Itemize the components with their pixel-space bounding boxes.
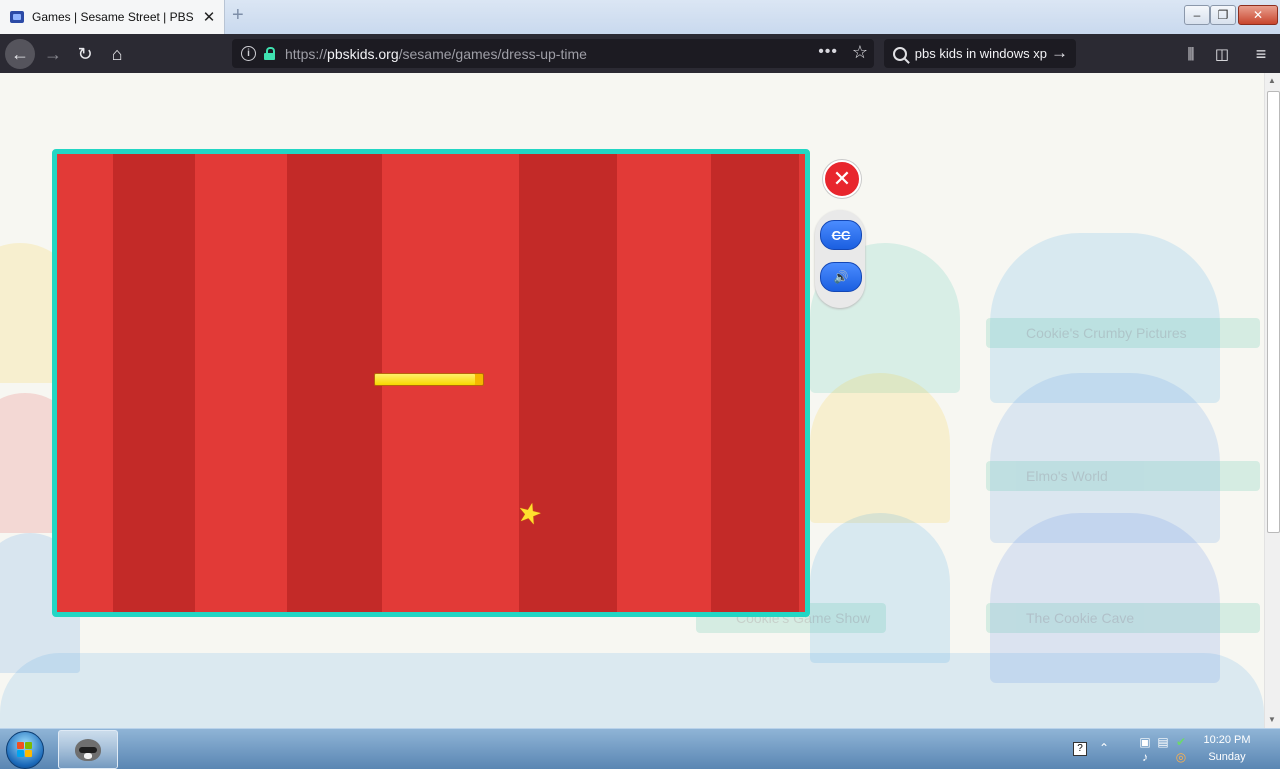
bg-game-label[interactable]: Elmo's World (986, 461, 1260, 491)
close-game-button[interactable]: ✕ (823, 160, 861, 198)
info-icon[interactable]: i (241, 46, 256, 61)
bg-game-title: The Cookie Cave (1026, 610, 1135, 626)
address-bar[interactable]: i https://pbskids.org/sesame/games/dress… (232, 39, 874, 68)
pbs-favicon-icon (10, 11, 24, 23)
volume-icon[interactable]: ♪ (1138, 750, 1152, 764)
tab-close-icon[interactable]: ✕ (202, 8, 216, 26)
loading-progress-bar (374, 373, 484, 386)
sound-button[interactable]: 🔊 (820, 262, 862, 292)
arrow-left-icon: ← (11, 43, 29, 64)
bg-game-label[interactable]: Cookie's Crumby Pictures (986, 318, 1260, 348)
tab-title: Games | Sesame Street | PBS KIDS (32, 10, 196, 24)
curtain-fold (519, 154, 617, 612)
new-tab-button[interactable]: + (232, 4, 252, 27)
closed-captions-button[interactable]: CC (820, 220, 862, 250)
url-path: /sesame/games/dress-up-time (398, 45, 587, 62)
curtain-fold (711, 154, 799, 612)
page-scrollbar[interactable]: ▲ ▼ (1264, 73, 1280, 728)
tab-pbs-games[interactable]: Games | Sesame Street | PBS KIDS ✕ (0, 0, 225, 34)
arrow-right-icon: → (44, 43, 62, 64)
reload-button[interactable]: ↻ (74, 43, 96, 65)
taskbar: ? ⌃ ▣ ▤ ♪ ✔ ◎ 10:20 PM Sunday (0, 728, 1280, 769)
search-query[interactable]: pbs kids in windows xp (915, 46, 1047, 61)
window-close-button[interactable]: ✕ (1238, 5, 1278, 25)
loading-progress-fill (375, 374, 476, 385)
game-controls: CC 🔊 (815, 210, 865, 308)
url-host: pbskids.org (327, 45, 399, 62)
reload-icon: ↻ (77, 43, 93, 64)
scroll-up-icon[interactable]: ▲ (1268, 76, 1276, 85)
bg-characters-strip (0, 653, 1264, 728)
url-text[interactable]: https://pbskids.org/sesame/games/dress-u… (285, 46, 587, 62)
bg-game-title: Elmo's World (1026, 468, 1108, 484)
lock-icon[interactable] (264, 47, 275, 60)
display-icon[interactable]: ▤ (1156, 735, 1170, 749)
clock-time: 10:20 PM (1203, 734, 1251, 746)
nav-bar: ← → ↻ ⌂ i https://pbskids.org/sesame/gam… (0, 34, 1280, 73)
game-frame[interactable]: ★ (52, 149, 810, 617)
cc-icon: CC (831, 227, 851, 243)
chevron-up-icon[interactable]: ⌃ (1097, 741, 1111, 755)
tab-strip: Games | Sesame Street | PBS KIDS ✕ + – ❐… (0, 0, 1280, 34)
minimize-button[interactable]: – (1184, 5, 1210, 25)
scroll-down-icon[interactable]: ▼ (1268, 715, 1276, 724)
search-tray-icon[interactable]: ◎ (1174, 750, 1188, 764)
bg-game-label[interactable]: The Cookie Cave (986, 603, 1260, 633)
network-icon[interactable]: ▣ (1138, 735, 1152, 749)
bookmark-star-icon[interactable]: ☆ (852, 42, 868, 63)
taskbar-app-firefox[interactable] (58, 730, 118, 769)
bg-game-card (810, 373, 950, 523)
speaker-icon: 🔊 (833, 270, 849, 284)
search-query-text: pbs kids in windows xp (915, 46, 1047, 61)
home-icon: ⌂ (111, 43, 123, 64)
menu-icon[interactable]: ≡ (1250, 43, 1272, 65)
forward-button[interactable]: → (42, 43, 64, 65)
sidebar-icon[interactable]: ◫ (1211, 43, 1233, 65)
clock[interactable]: 10:20 PM Sunday (1198, 732, 1256, 766)
curtain-fold (287, 154, 382, 612)
bg-game-card (810, 513, 950, 663)
library-icon[interactable]: ⫼ (1180, 43, 1202, 65)
scrollbar-thumb[interactable] (1267, 91, 1280, 533)
search-go-icon[interactable]: → (1051, 43, 1068, 63)
restore-button[interactable]: ❐ (1210, 5, 1236, 25)
clock-day: Sunday (1208, 751, 1246, 763)
page-actions-button[interactable]: ••• (818, 43, 838, 61)
home-button[interactable]: ⌂ (106, 43, 128, 65)
curtain-fold (113, 154, 195, 612)
url-scheme: https:// (285, 45, 328, 62)
help-icon[interactable]: ? (1073, 742, 1087, 756)
back-button[interactable]: ← (5, 39, 35, 69)
search-bar[interactable]: pbs kids in windows xp → (884, 39, 1076, 68)
bg-game-title: Cookie's Crumby Pictures (1026, 325, 1187, 341)
raccoon-icon (75, 738, 101, 761)
shield-icon[interactable]: ✔ (1174, 735, 1188, 749)
search-icon (893, 46, 907, 61)
start-button[interactable] (6, 731, 44, 769)
